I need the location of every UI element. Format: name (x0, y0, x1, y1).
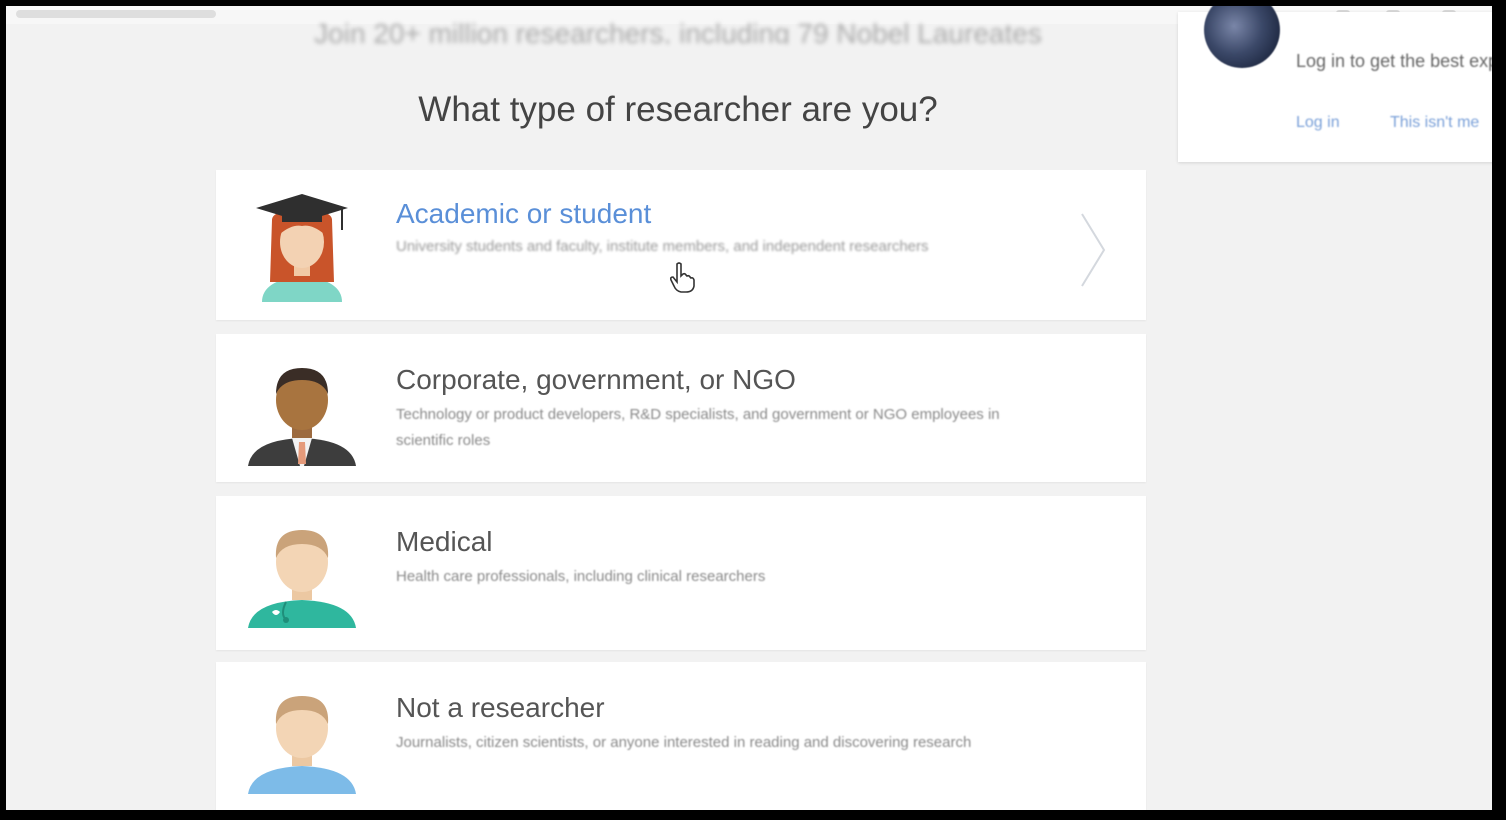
option-academic-card[interactable]: Academic or student University students … (216, 170, 1146, 320)
login-prompt-text: Log in to get the best experience on Res… (1296, 51, 1492, 71)
option-description: Technology or product developers, R&D sp… (396, 406, 1000, 449)
signup-headline: Join 20+ million researchers, including … (314, 18, 1042, 44)
option-description: University students and faculty, institu… (396, 238, 929, 255)
option-medical-card[interactable]: Medical Health care professionals, inclu… (216, 496, 1146, 650)
option-description: Journalists, citizen scientists, or anyo… (396, 734, 972, 751)
login-prompt-popup: Log in to get the best experience on Res… (1178, 6, 1492, 162)
login-link[interactable]: Log in (1296, 114, 1340, 132)
option-corporate-card[interactable]: Corporate, government, or NGO Technology… (216, 334, 1146, 482)
option-title[interactable]: Corporate, government, or NGO (396, 364, 796, 396)
graduate-avatar-icon (256, 194, 348, 302)
screenshot-frame: Join 20+ million researchers, including … (6, 6, 1492, 810)
option-title[interactable]: Academic or student (396, 198, 651, 230)
option-title[interactable]: Not a researcher (396, 692, 605, 724)
businessman-avatar-icon (248, 368, 356, 466)
page-title: What type of researcher are you? (418, 90, 938, 129)
address-bar[interactable] (16, 10, 216, 18)
option-not-researcher-card[interactable]: Not a researcher Journalists, citizen sc… (216, 662, 1146, 810)
medical-avatar-icon (248, 530, 356, 628)
hand-cursor-icon (669, 262, 695, 293)
chevron-right-icon[interactable] (1078, 210, 1108, 290)
not-me-link[interactable]: This isn't me (1390, 114, 1479, 132)
option-description: Health care professionals, including cli… (396, 568, 766, 585)
person-avatar-icon (248, 696, 356, 794)
option-title[interactable]: Medical (396, 526, 492, 558)
avatar (1204, 6, 1280, 68)
